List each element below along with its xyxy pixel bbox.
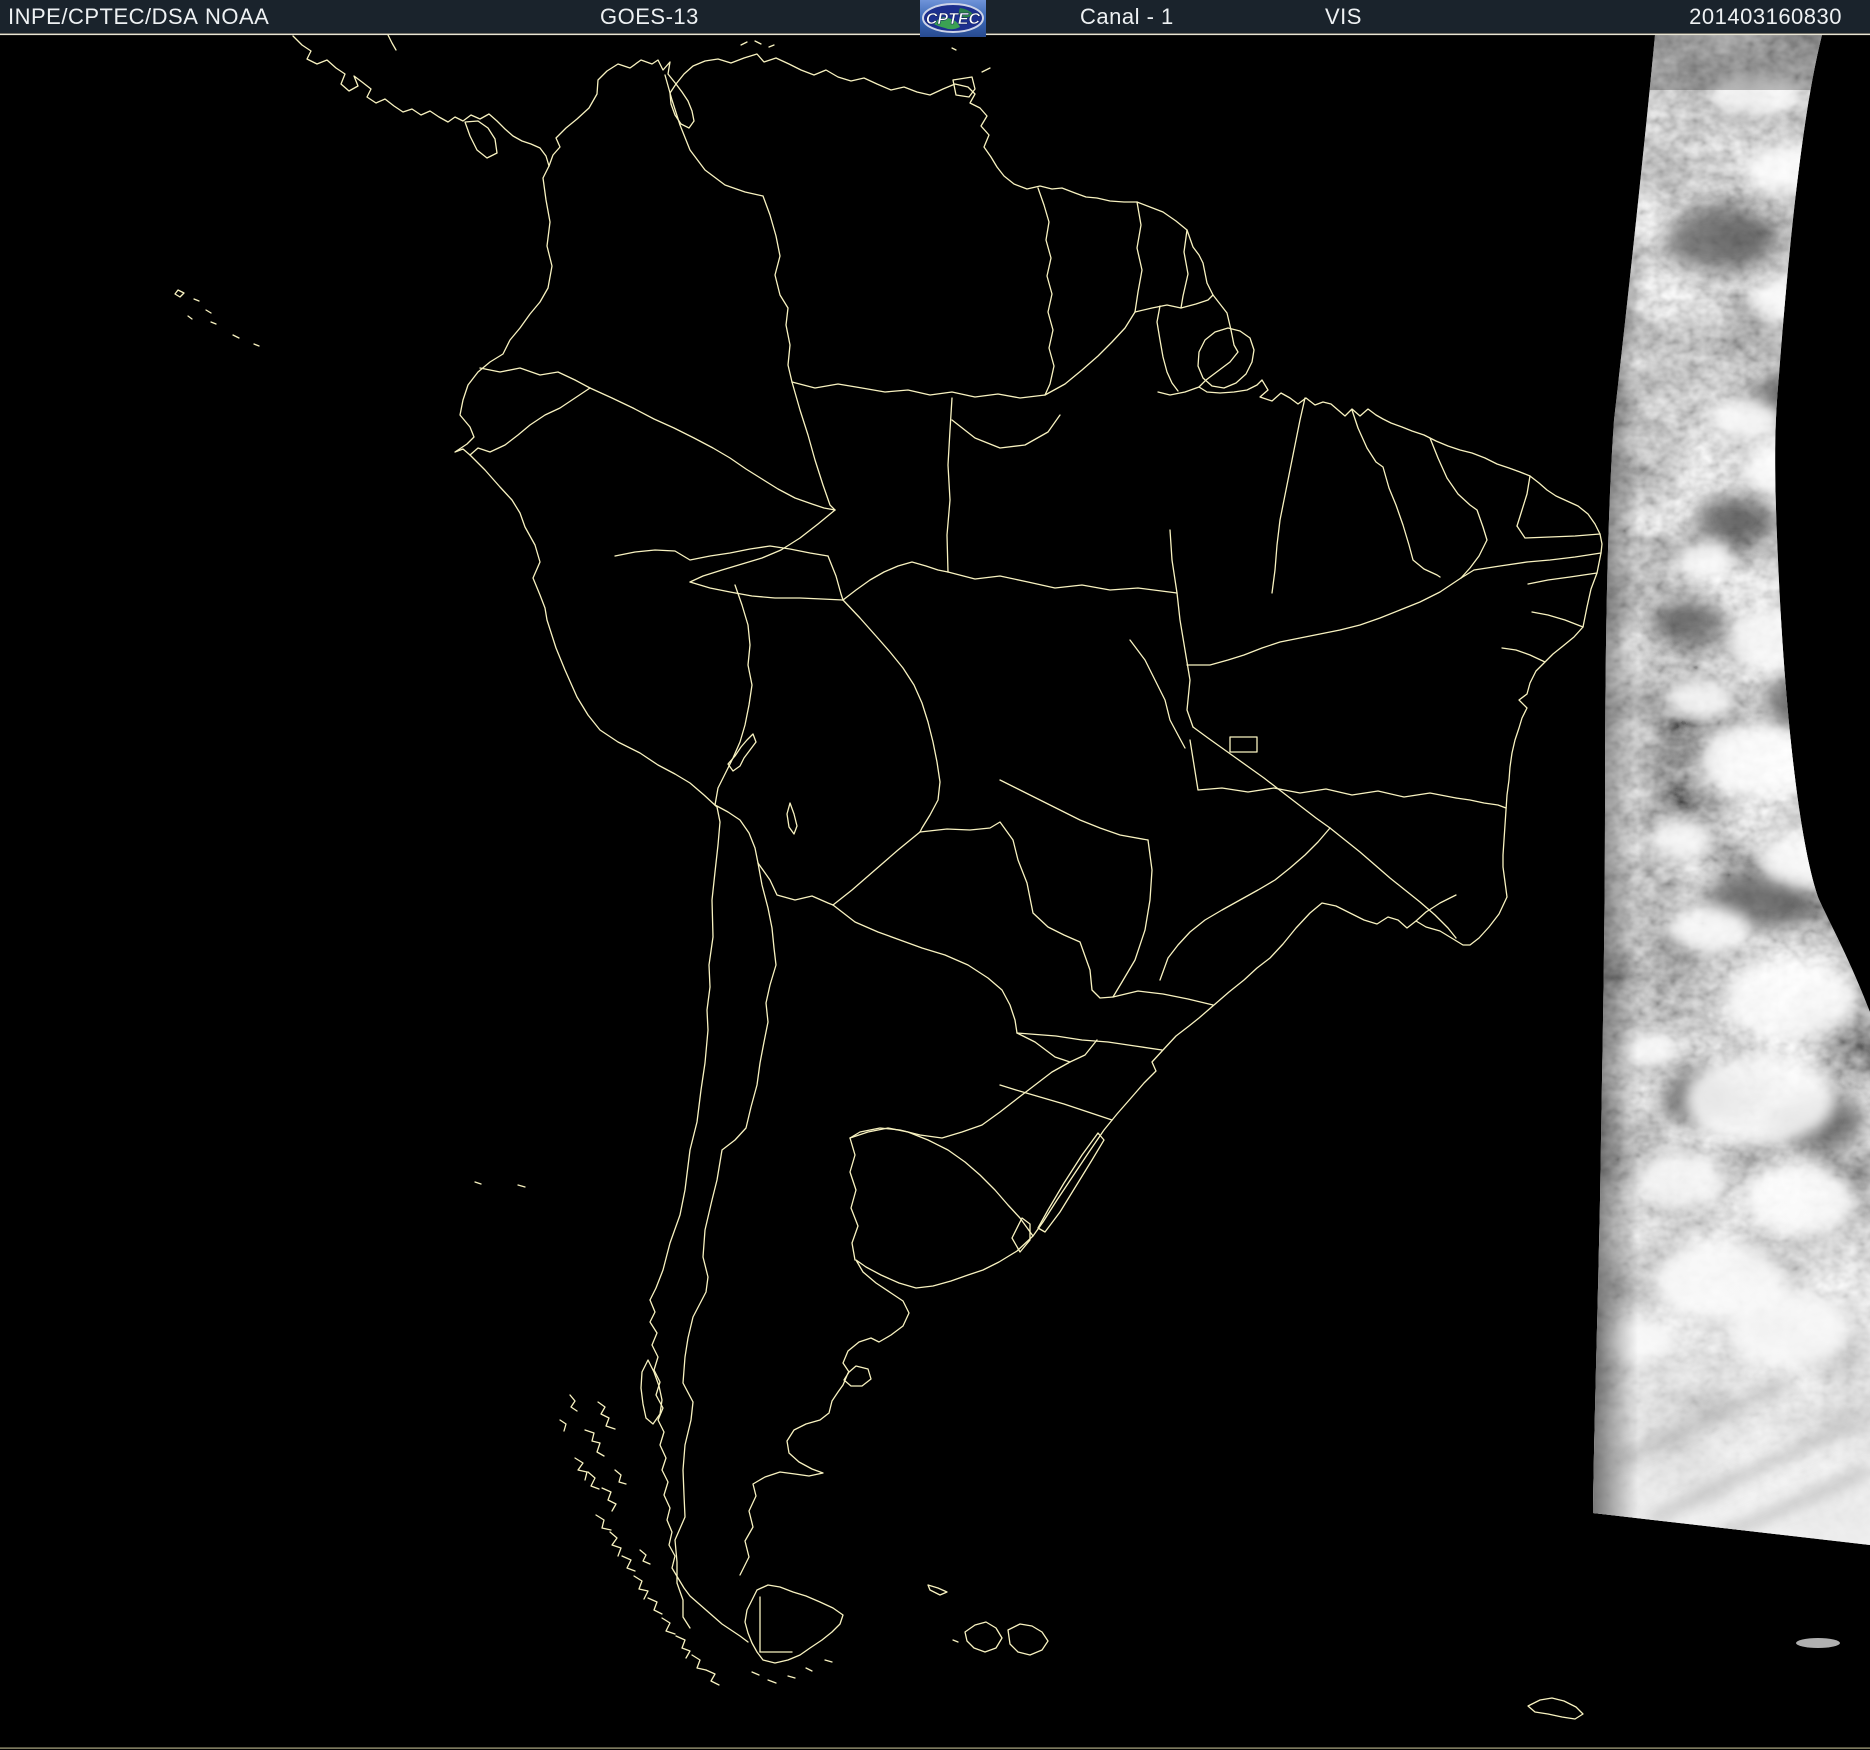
noaa-label: NOAA	[205, 4, 270, 29]
satellite-image-viewer: INPE/CPTEC/DSA NOAA GOES-13 Canal - 1 VI…	[0, 0, 1870, 1750]
map-frame-bottom	[0, 1747, 1870, 1749]
agency-label: INPE/CPTEC/DSA	[8, 4, 199, 29]
timestamp-label: 201403160830	[1689, 4, 1842, 29]
night-background	[0, 0, 1870, 1750]
channel-label: Canal - 1	[1080, 4, 1174, 29]
logo-text: CPTEC	[926, 11, 981, 28]
cptec-logo-icon: CPTEC	[920, 0, 986, 37]
small-cloud-fragment	[1796, 1638, 1840, 1648]
band-label: VIS	[1325, 4, 1362, 29]
satellite-map	[0, 0, 1870, 1750]
satellite-label: GOES-13	[600, 4, 699, 29]
